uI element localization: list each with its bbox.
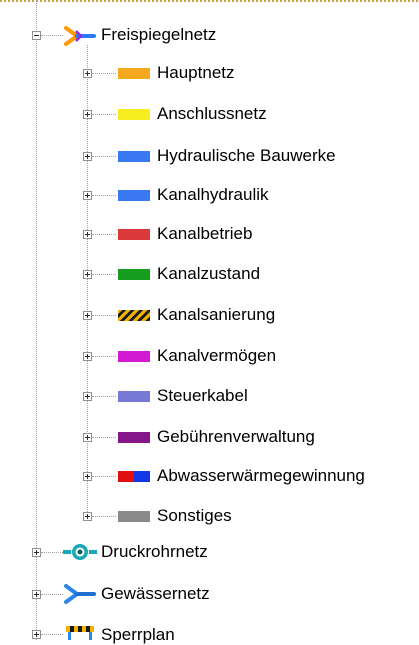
expand-toggle[interactable] — [83, 392, 92, 401]
tree-node-label: Kanalvermögen — [157, 346, 277, 365]
tree-node-label: Kanalbetrieb — [157, 224, 253, 243]
expand-toggle[interactable] — [32, 630, 41, 639]
tree-node-label: Hydraulische Bauwerke — [157, 146, 336, 165]
y-connector-icon — [64, 26, 96, 46]
color-swatch — [118, 190, 150, 201]
color-swatch — [118, 229, 150, 240]
expand-toggle[interactable] — [32, 548, 41, 557]
expand-toggle[interactable] — [83, 191, 92, 200]
tree-node-label: Kanalhydraulik — [157, 185, 269, 204]
expand-toggle[interactable] — [83, 512, 92, 521]
tree-node-label: Freispiegelnetz — [101, 25, 217, 44]
color-swatch — [118, 511, 150, 522]
expand-toggle[interactable] — [83, 433, 92, 442]
color-swatch — [118, 432, 150, 443]
barrier-icon — [66, 626, 94, 640]
tree-node-label: Kanalzustand — [157, 264, 261, 283]
expand-toggle[interactable] — [32, 590, 41, 599]
expand-toggle[interactable] — [83, 472, 92, 481]
tree-node-label: Anschlussnetz — [157, 104, 267, 123]
tree-node-label: Sperrplan — [101, 625, 175, 644]
focus-border — [0, 0, 419, 2]
tree-node-label: Druckrohrnetz — [101, 542, 208, 561]
tree-node-label: Kanalsanierung — [157, 305, 276, 324]
color-swatch — [118, 391, 150, 402]
color-swatch — [118, 109, 150, 120]
tree-node-label: Abwasserwärmegewinnung — [157, 466, 365, 485]
expand-toggle[interactable] — [83, 230, 92, 239]
color-swatch — [118, 68, 150, 79]
color-swatch — [118, 269, 150, 280]
expand-toggle[interactable] — [83, 270, 92, 279]
expand-toggle[interactable] — [83, 110, 92, 119]
tree-node-label: Sonstiges — [157, 506, 232, 525]
river-connector-icon — [64, 584, 96, 604]
collapse-toggle[interactable] — [32, 31, 41, 40]
color-swatch — [118, 351, 150, 362]
tree-line-root — [36, 0, 37, 640]
expand-toggle[interactable] — [83, 352, 92, 361]
pressure-pipe-icon — [63, 544, 97, 560]
tree-node-label: Steuerkabel — [157, 386, 248, 405]
expand-toggle[interactable] — [83, 69, 92, 78]
tree-node-label: Hauptnetz — [157, 63, 235, 82]
tree-node-label: Gewässernetz — [101, 584, 210, 603]
expand-toggle[interactable] — [83, 311, 92, 320]
color-swatch — [118, 151, 150, 162]
tree-node-label: Gebührenverwaltung — [157, 427, 315, 446]
split-swatch — [118, 471, 150, 482]
hatched-swatch — [118, 310, 150, 321]
expand-toggle[interactable] — [83, 152, 92, 161]
